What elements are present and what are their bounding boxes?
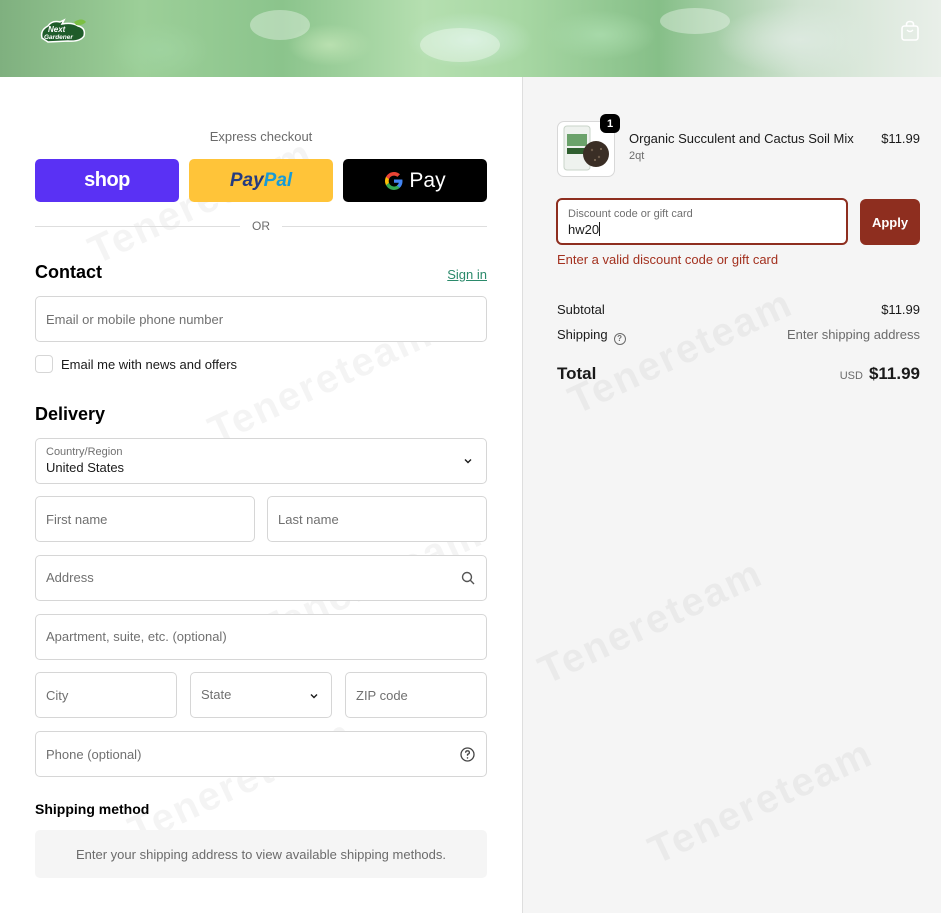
subtotal-label: Subtotal [557,302,605,317]
last-name-placeholder: Last name [278,512,339,527]
shopping-bag-icon[interactable] [900,20,920,42]
banner-decoration [420,28,500,62]
discount-label: Discount code or gift card [568,208,693,220]
google-g-icon [385,171,403,190]
discount-value: hw20 [568,222,600,237]
shipping-label: Shipping [557,327,608,342]
last-name-field[interactable]: Last name [267,496,487,542]
delivery-heading: Delivery [35,404,106,424]
chevron-down-icon [310,694,318,699]
city-field[interactable]: City [35,672,177,718]
express-checkout-label: Express checkout [209,129,313,144]
product-variant: 2qt [629,150,645,162]
paypal-button[interactable]: Pay Pal [189,159,333,202]
quantity-badge: 1 [600,114,620,133]
phone-placeholder: Phone (optional) [46,747,142,762]
first-name-field[interactable]: First name [35,496,255,542]
or-divider-right [282,226,487,227]
state-placeholder: State [201,687,232,702]
shipping-method-message: Enter your shipping address to view avai… [76,846,446,862]
google-pay-label: Pay [409,168,446,192]
or-divider-text: OR [252,219,270,233]
total-currency: USD [839,370,863,382]
total-value: $11.99 [868,364,920,383]
shipping-method-notice: Enter your shipping address to view avai… [35,830,487,878]
shop-pay-label: shop [84,169,130,191]
city-placeholder: City [46,688,69,703]
subtotal-value: $11.99 [881,302,920,317]
apartment-placeholder: Apartment, suite, etc. (optional) [46,629,227,644]
banner-decoration [250,10,310,40]
phone-field[interactable]: Phone (optional) [35,731,487,777]
shipping-value: Enter shipping address [787,327,920,342]
country-label: Country/Region [46,446,123,458]
shipping-row: Shipping? [557,327,626,345]
apply-discount-button[interactable]: Apply [860,199,920,245]
svg-text:Gardener: Gardener [44,34,73,41]
shipping-help-icon[interactable]: ? [613,333,626,345]
zip-placeholder: ZIP code [356,688,408,703]
product-price: $11.99 [881,131,920,146]
paypal-label-b: Pal [263,169,293,191]
chevron-down-icon [464,459,472,464]
discount-value-wrap: hw20 [568,222,601,237]
newsletter-checkbox[interactable] [35,355,53,373]
country-select[interactable]: Country/Region United States [35,438,487,484]
address-field[interactable]: Address [35,555,487,601]
email-field[interactable]: Email or mobile phone number [35,296,487,342]
total-label: Total [557,364,597,383]
google-pay-button[interactable]: Pay [343,159,487,202]
shipping-method-heading: Shipping method [35,801,150,817]
address-placeholder: Address [46,570,94,585]
search-icon [461,571,475,585]
state-select[interactable]: State [190,672,332,718]
apartment-field[interactable]: Apartment, suite, etc. (optional) [35,614,487,660]
discount-error-message: Enter a valid discount code or gift card [557,252,779,267]
country-value: United States [46,460,125,475]
shop-pay-button[interactable]: shop [35,159,179,202]
text-caret [599,222,601,236]
newsletter-label: Email me with news and offers [61,357,238,372]
product-name: Organic Succulent and Cactus Soil Mix [629,131,854,146]
svg-text:Next: Next [48,25,66,34]
or-divider-left [35,226,240,227]
help-circle-icon[interactable] [460,747,475,762]
header-banner: Next Gardener [0,0,941,77]
banner-decoration [660,8,730,34]
checkout-form-pane [0,77,522,913]
total-row: USD $11.99 [760,364,920,384]
store-logo[interactable]: Next Gardener [38,18,88,44]
zip-field[interactable]: ZIP code [345,672,487,718]
first-name-placeholder: First name [46,512,108,527]
email-placeholder: Email or mobile phone number [46,312,224,327]
paypal-label-a: Pay [229,169,264,191]
discount-code-input[interactable]: Discount code or gift card hw20 [556,198,848,245]
contact-heading: Contact [35,262,102,282]
sign-in-link[interactable]: Sign in [420,267,487,282]
